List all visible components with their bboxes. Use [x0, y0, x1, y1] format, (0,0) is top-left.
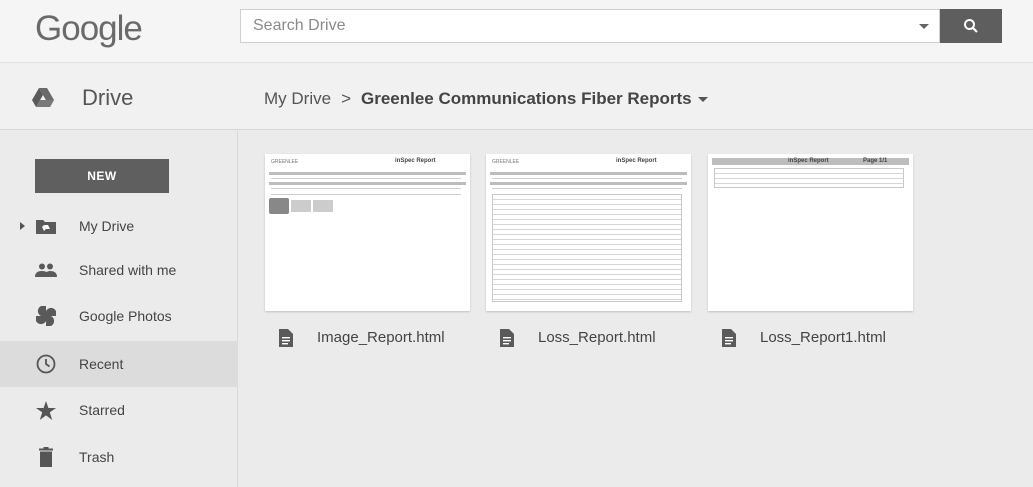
search-options-dropdown-icon[interactable]	[919, 24, 929, 29]
sidebar-item-label: Shared with me	[79, 262, 177, 278]
sidebar-item-my-drive[interactable]: My Drive	[0, 203, 238, 249]
thumbnail-bar	[269, 182, 466, 185]
thumbnail-image	[313, 200, 333, 212]
breadcrumb-my-drive[interactable]: My Drive	[264, 89, 331, 109]
sidebar-item-trash[interactable]: Trash	[0, 434, 238, 480]
thumbnail-bar	[490, 182, 687, 185]
file-card-loss-report[interactable]: GREENLEE inSpec Report Loss_Report.html	[486, 154, 691, 359]
sidebar-item-label: Starred	[79, 402, 125, 418]
trash-icon	[35, 446, 57, 468]
top-bar: Google	[0, 0, 1033, 62]
sidebar-item-label: My Drive	[79, 218, 135, 234]
breadcrumb: My Drive > Greenlee Communications Fiber…	[264, 89, 708, 109]
clock-icon	[35, 353, 57, 375]
thumbnail-bar	[269, 172, 466, 175]
thumbnail-page: Page 1/1	[863, 158, 888, 164]
thumbnail-title: inSpec Report	[788, 158, 829, 164]
sidebar-item-starred[interactable]: Starred	[0, 387, 238, 433]
thumbnail-line	[492, 188, 682, 189]
breadcrumb-current-folder[interactable]: Greenlee Communications Fiber Reports	[361, 89, 692, 109]
sidebar-item-label: Recent	[79, 356, 124, 372]
search-input[interactable]	[241, 10, 901, 42]
file-thumbnail[interactable]: inSpec Report Page 1/1	[708, 154, 913, 311]
thumbnail-line	[271, 188, 461, 189]
file-thumbnail[interactable]: GREENLEE inSpec Report	[265, 154, 470, 311]
sidebar: NEW My Drive Shared with me Google Photo…	[0, 131, 238, 487]
thumbnail-line	[492, 178, 682, 179]
breadcrumb-separator: >	[341, 89, 351, 108]
google-logo[interactable]: Google	[35, 9, 143, 49]
my-drive-icon	[35, 215, 57, 237]
file-name-row[interactable]: Loss_Report.html	[486, 319, 691, 359]
drive-logo-icon	[32, 88, 54, 107]
file-name-row[interactable]: Image_Report.html	[265, 319, 470, 359]
sidebar-item-label: Trash	[79, 449, 115, 465]
thumbnail-title: inSpec Report	[395, 158, 436, 164]
document-icon	[722, 329, 736, 347]
file-name: Loss_Report1.html	[760, 329, 886, 346]
file-thumbnail[interactable]: GREENLEE inSpec Report	[486, 154, 691, 311]
star-icon	[35, 399, 57, 421]
search-icon	[964, 19, 978, 33]
thumbnail-bar	[490, 172, 687, 175]
sidebar-item-photos[interactable]: Google Photos	[0, 293, 238, 339]
photos-icon	[35, 305, 57, 327]
search-box[interactable]	[240, 9, 940, 43]
sidebar-item-label: Google Photos	[79, 308, 172, 324]
expand-arrow-icon[interactable]	[20, 222, 25, 230]
thumbnail-line	[271, 194, 461, 195]
file-name: Loss_Report.html	[538, 329, 656, 346]
file-card-image-report[interactable]: GREENLEE inSpec Report Image_Report.html	[265, 154, 470, 359]
thumbnail-title: inSpec Report	[616, 158, 657, 164]
drive-title[interactable]: Drive	[82, 85, 133, 111]
drive-header: Drive My Drive > Greenlee Communications…	[0, 62, 1033, 130]
document-icon	[279, 329, 293, 347]
thumbnail-image	[269, 198, 289, 214]
sidebar-item-shared[interactable]: Shared with me	[0, 247, 238, 293]
thumbnail-table	[714, 168, 904, 188]
thumbnail-logo: GREENLEE	[492, 159, 520, 165]
search-button[interactable]	[940, 9, 1002, 43]
sidebar-item-recent[interactable]: Recent	[0, 341, 238, 387]
file-name-row[interactable]: Loss_Report1.html	[708, 319, 913, 359]
folder-menu-caret-icon[interactable]	[697, 96, 708, 102]
file-card-loss-report1[interactable]: inSpec Report Page 1/1 Loss_Report1.html	[708, 154, 913, 359]
file-name: Image_Report.html	[317, 329, 445, 346]
thumbnail-table	[492, 194, 682, 302]
new-button[interactable]: NEW	[35, 159, 169, 193]
thumbnail-image	[291, 200, 311, 212]
thumbnail-line	[271, 178, 461, 179]
shared-icon	[35, 259, 57, 281]
thumbnail-logo: GREENLEE	[271, 159, 299, 165]
document-icon	[500, 329, 514, 347]
